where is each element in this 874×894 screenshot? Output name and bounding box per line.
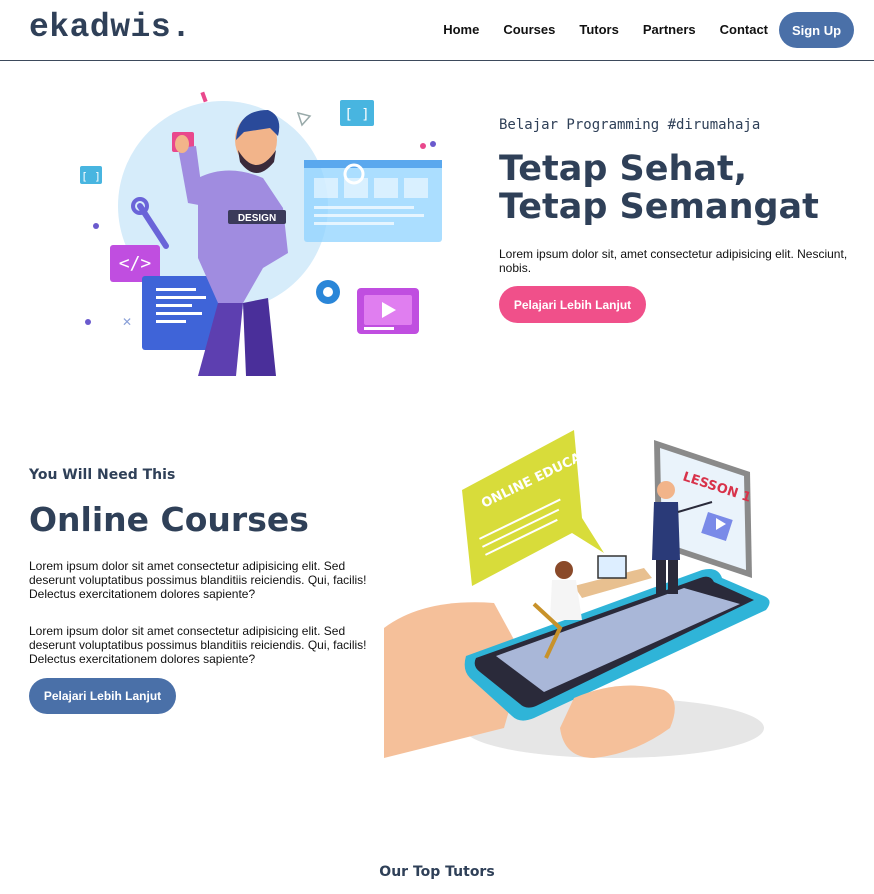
tutors-heading: Our Top Tutors	[379, 864, 495, 880]
online-education-illustration: ONLINE EDUCATION LESSON 1	[384, 430, 770, 758]
courses-paragraph-2: Lorem ipsum dolor sit amet consectetur a…	[29, 624, 367, 666]
navbar: ekadwis. Home Courses Tutors Partners Co…	[0, 0, 874, 61]
nav-courses[interactable]: Courses	[503, 22, 555, 37]
nav-tutors[interactable]: Tutors	[579, 22, 618, 37]
signup-button[interactable]: Sign Up	[779, 12, 854, 48]
courses-learn-more-button[interactable]: Pelajari Lebih Lanjut	[29, 678, 176, 714]
svg-text:[ ]: [ ]	[81, 170, 101, 183]
brand-logo[interactable]: ekadwis.	[29, 9, 191, 46]
hero-title: Tetap Sehat, Tetap Semangat	[499, 149, 819, 227]
hero-illustration: [ ] [ ] ✕ </> DESIGN ✕	[80, 91, 442, 376]
svg-text:✕: ✕	[122, 315, 132, 329]
hero-text: Lorem ipsum dolor sit, amet consectetur …	[499, 247, 848, 275]
courses-kicker: You Will Need This	[29, 467, 176, 483]
svg-text:</>: </>	[119, 253, 152, 274]
courses-paragraph-1: Lorem ipsum dolor sit amet consectetur a…	[29, 559, 367, 601]
nav-partners[interactable]: Partners	[643, 22, 696, 37]
courses-title: Online Courses	[29, 500, 309, 539]
design-badge-text: DESIGN	[238, 213, 276, 224]
hero-kicker: Belajar Programming #dirumahaja	[499, 117, 761, 133]
hero-learn-more-button[interactable]: Pelajari Lebih Lanjut	[499, 286, 646, 323]
svg-text:[ ]: [ ]	[344, 107, 369, 123]
nav-links: Home Courses Tutors Partners Contact	[419, 22, 768, 37]
nav-contact[interactable]: Contact	[720, 22, 768, 37]
nav-home[interactable]: Home	[443, 22, 479, 37]
